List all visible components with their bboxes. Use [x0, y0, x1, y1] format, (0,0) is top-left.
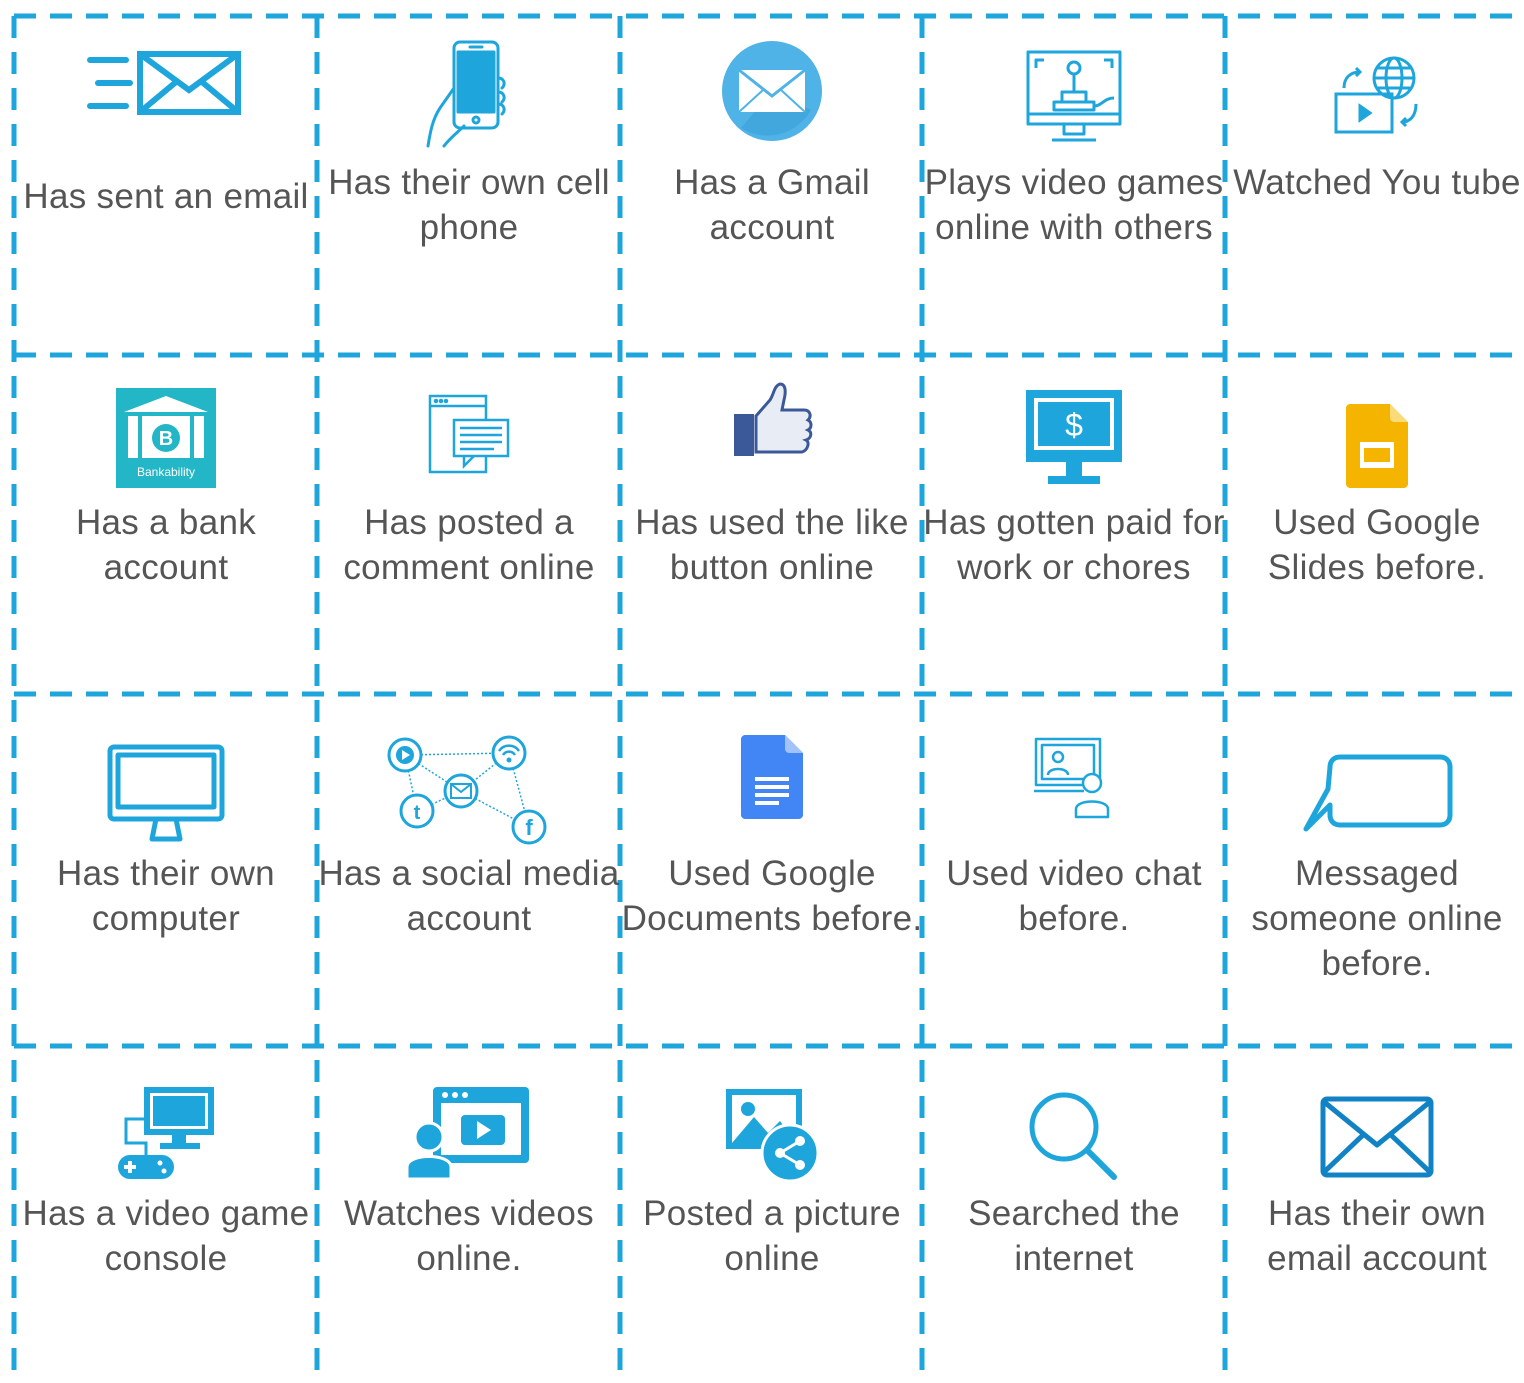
svg-text:f: f	[525, 815, 533, 840]
fast-mail-icon	[15, 48, 317, 168]
cell-label: Has sent an email	[23, 177, 309, 216]
cell-label: Has used the like button online	[635, 503, 909, 587]
svg-text:t: t	[414, 802, 421, 824]
game-console-icon	[15, 1085, 317, 1205]
cell-label: Has their own cell phone	[328, 163, 610, 247]
cell-own-email-account: Has their own email account	[1226, 1049, 1524, 1383]
arcade-monitor-icon	[923, 48, 1225, 168]
cell-google-slides: Used Google Slides before.	[1226, 358, 1524, 692]
cell-video-games-online: Plays video games online with others	[923, 18, 1225, 354]
bingo-board: Has sent an email Has their own cell pho…	[0, 0, 1524, 1383]
mail-circle-icon	[621, 40, 923, 160]
cell-label: Used Google Documents before.	[621, 854, 923, 938]
cell-video-game-console: Has a video game console	[15, 1049, 317, 1383]
cell-label: Has a Gmail account	[674, 163, 870, 247]
cell-social-media: t f Has a social media account	[318, 697, 620, 1044]
hand-phone-icon	[318, 38, 620, 158]
cell-paid-for-work: $ Has gotten paid for work or chores	[923, 358, 1225, 692]
svg-text:$: $	[1065, 407, 1083, 443]
video-chat-icon	[923, 735, 1225, 855]
cell-own-computer: Has their own computer	[15, 697, 317, 1044]
cell-video-chat: Used video chat before.	[923, 697, 1225, 1044]
svg-text:B: B	[159, 428, 173, 450]
cell-label: Has gotten paid for work or chores	[923, 503, 1225, 587]
cell-searched-internet: Searched the internet	[923, 1049, 1225, 1383]
cell-label: Has posted a comment online	[343, 503, 595, 587]
cell-posted-comment: Has posted a comment online	[318, 358, 620, 692]
svg-text:Bankability: Bankability	[137, 465, 195, 479]
bank-icon: B Bankability	[15, 388, 317, 508]
cell-watches-videos: Watches videos online.	[318, 1049, 620, 1383]
cell-messaged-someone: Messaged someone online before.	[1226, 697, 1524, 1044]
dollar-monitor-icon: $	[923, 388, 1225, 508]
cell-label: Has a video game console	[22, 1194, 310, 1278]
video-viewer-icon	[318, 1085, 620, 1205]
cell-gmail: Has a Gmail account	[621, 18, 923, 354]
cell-bank-account: B Bankability Has a bank account	[15, 358, 317, 692]
cell-label: Has their own email account	[1267, 1194, 1487, 1278]
cell-sent-email: Has sent an email	[15, 18, 317, 354]
cell-youtube: Watched You tube	[1226, 18, 1524, 354]
comment-page-icon	[318, 392, 620, 512]
share-picture-icon	[621, 1087, 923, 1207]
cell-cell-phone: Has their own cell phone	[318, 18, 620, 354]
cell-label: Messaged someone online before.	[1251, 854, 1503, 983]
cell-label: Posted a picture online	[643, 1194, 901, 1278]
cell-label: Watches videos online.	[344, 1194, 594, 1278]
thumbs-up-icon	[621, 380, 923, 500]
monitor-icon	[15, 743, 317, 863]
video-globe-icon	[1226, 54, 1524, 174]
cell-like-button: Has used the like button online	[621, 358, 923, 692]
cell-label: Has a social media account	[318, 854, 620, 938]
cell-label: Plays video games online with others	[924, 163, 1224, 247]
cell-label: Used Google Slides before.	[1267, 503, 1487, 587]
cell-label: Searched the internet	[968, 1194, 1180, 1278]
google-docs-icon	[621, 735, 923, 855]
cell-label: Has their own computer	[57, 854, 275, 938]
cell-google-documents: Used Google Documents before.	[621, 697, 923, 1044]
cell-posted-picture: Posted a picture online	[621, 1049, 923, 1383]
social-network-icon: t f	[318, 735, 620, 855]
cell-label: Has a bank account	[75, 503, 257, 587]
cell-label: Watched You tube	[1233, 163, 1521, 202]
cell-label: Used video chat before.	[946, 854, 1202, 938]
